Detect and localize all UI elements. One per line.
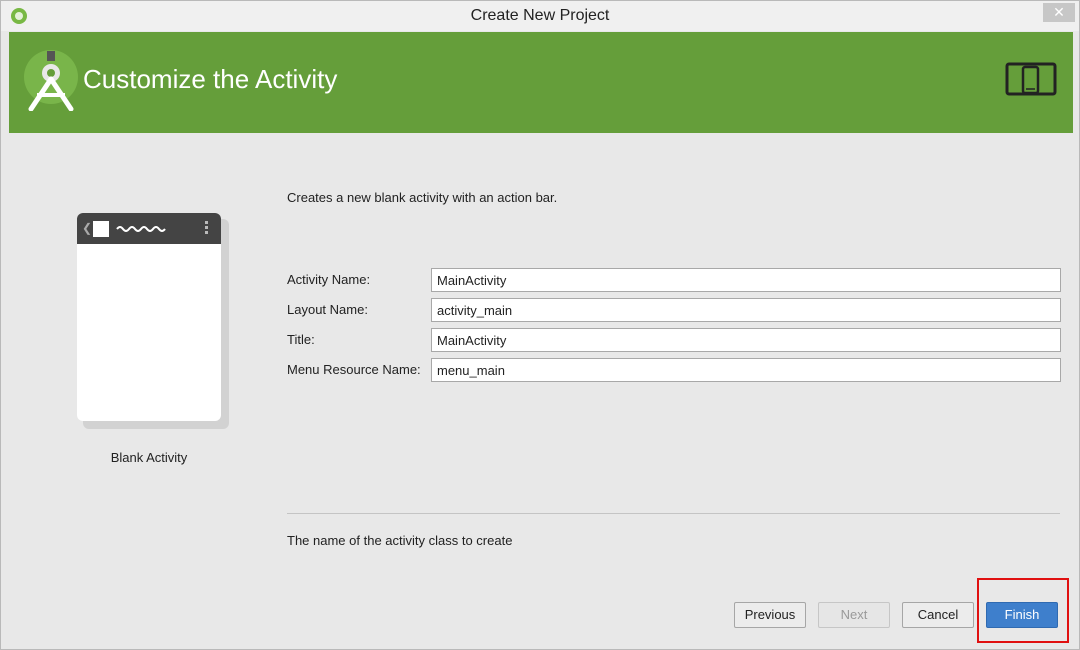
blank-activity-preview[interactable]: ❮: [77, 213, 221, 421]
banner-title: Customize the Activity: [83, 64, 338, 94]
activity-name-label: Activity Name:: [287, 272, 371, 287]
title-input[interactable]: [431, 328, 1061, 352]
create-project-dialog: Create New Project ✕ Customize the Activ…: [0, 0, 1080, 650]
layout-name-input[interactable]: [431, 298, 1061, 322]
previous-button[interactable]: Previous: [734, 602, 806, 628]
finish-highlight-box: [977, 578, 1069, 643]
window-title: Create New Project: [470, 7, 610, 24]
menu-resource-name-label: Menu Resource Name:: [287, 362, 421, 377]
title-squiggle-icon: [116, 226, 166, 232]
back-chevron-icon: ❮: [82, 221, 93, 235]
action-bar-mockup: ❮: [77, 213, 221, 244]
android-studio-logo-icon: [24, 50, 78, 111]
divider: [287, 513, 1060, 514]
app-icon-placeholder: [93, 221, 109, 237]
close-button[interactable]: ✕: [1043, 3, 1075, 22]
layout-name-label: Layout Name:: [287, 302, 368, 317]
menu-resource-name-input[interactable]: [431, 358, 1061, 382]
activity-name-input[interactable]: [431, 268, 1061, 292]
title-bar: Create New Project ✕: [1, 1, 1079, 31]
overflow-menu-icon: [205, 221, 209, 237]
cancel-button[interactable]: Cancel: [902, 602, 974, 628]
phone-tablet-icon: [1005, 62, 1057, 96]
header-banner: Customize the Activity: [9, 32, 1073, 133]
template-name: Blank Activity: [110, 450, 188, 465]
template-description: Creates a new blank activity with an act…: [287, 190, 558, 205]
next-button[interactable]: Next: [818, 602, 890, 628]
title-label: Title:: [287, 332, 315, 347]
field-help-text: The name of the activity class to create: [287, 533, 513, 548]
